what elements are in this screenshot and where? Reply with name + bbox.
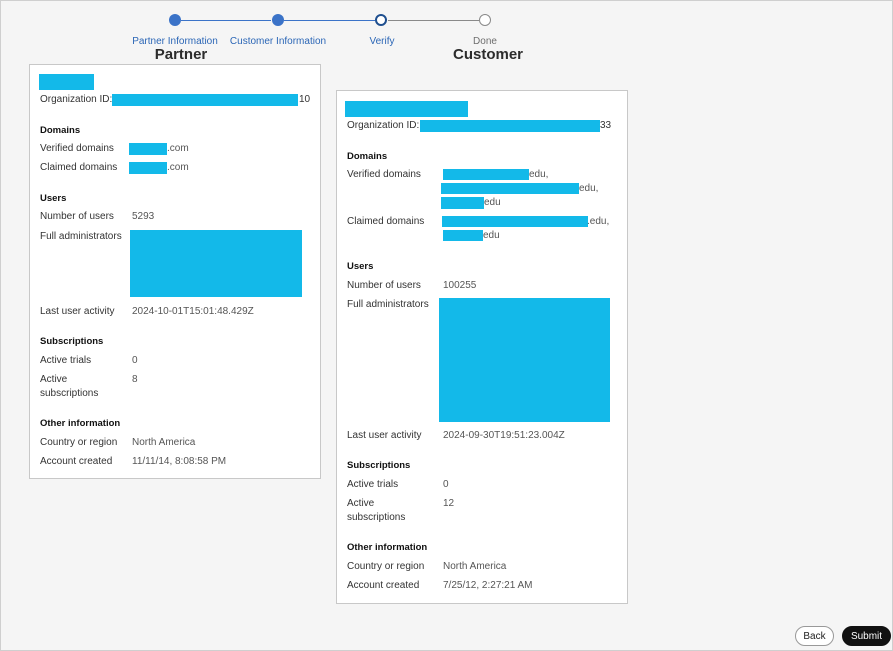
- claimed-domains-label: Claimed domains: [40, 162, 118, 173]
- verified-domain-redacted: [129, 143, 167, 155]
- active-subs-label-2: subscriptions: [347, 512, 406, 523]
- progress-stepper: Partner Information Customer Information…: [1, 1, 893, 61]
- verified-domains-label: Verified domains: [347, 169, 421, 180]
- org-id-label: Organization ID:: [347, 120, 420, 131]
- domains-title: Domains: [347, 151, 388, 162]
- customer-header: Customer: [452, 46, 524, 63]
- customer-card: Organization ID: 33 Domains Verified dom…: [336, 90, 628, 604]
- claimed-domain-redacted: [443, 230, 483, 241]
- subscriptions-title: Subscriptions: [347, 460, 411, 471]
- full-admins-label: Full administrators: [347, 299, 429, 310]
- verified-domains-label: Verified domains: [40, 143, 114, 154]
- last-activity-label: Last user activity: [347, 430, 422, 441]
- back-button[interactable]: Back: [795, 626, 834, 646]
- org-id-label: Organization ID:: [40, 94, 113, 105]
- account-created-label: Account created: [40, 456, 113, 467]
- step-verify-label: Verify: [369, 36, 395, 47]
- partner-header: Partner: [154, 46, 208, 63]
- number-of-users-label: Number of users: [40, 211, 114, 222]
- verified-domain-redacted: [443, 169, 529, 180]
- last-activity-label: Last user activity: [40, 306, 115, 317]
- country-value: North America: [132, 437, 196, 448]
- claimed-domain-redacted: [129, 162, 167, 174]
- stepper-connector: [388, 19, 479, 21]
- country-label: Country or region: [40, 437, 118, 448]
- claimed-domain-suffix: .edu,: [587, 216, 610, 227]
- last-activity-value: 2024-10-01T15:01:48.429Z: [132, 306, 254, 317]
- active-subs-value: 8: [132, 374, 138, 385]
- account-created-value: 7/25/12, 2:27:21 AM: [443, 580, 533, 591]
- step-customer-label[interactable]: Customer Information: [230, 36, 326, 47]
- step-customer-dot: [272, 14, 284, 26]
- claimed-domain-suffix: edu: [483, 230, 500, 241]
- active-trials-label: Active trials: [40, 355, 92, 366]
- users-title: Users: [347, 261, 374, 272]
- users-title: Users: [40, 193, 67, 204]
- country-label: Country or region: [347, 561, 425, 572]
- active-subs-label-2: subscriptions: [40, 388, 99, 399]
- active-trials-value: 0: [443, 479, 449, 490]
- full-admins-redacted: [130, 230, 302, 297]
- other-info-title: Other information: [40, 418, 121, 429]
- last-activity-value: 2024-09-30T19:51:23.004Z: [443, 430, 565, 441]
- step-partner-dot: [169, 14, 181, 26]
- step-verify-dot: [375, 14, 387, 26]
- number-of-users-value: 100255: [443, 280, 477, 291]
- partner-name-redacted: [39, 74, 94, 90]
- account-created-value: 11/11/14, 8:08:58 PM: [132, 456, 227, 467]
- claimed-domain-suffix: .com: [167, 162, 189, 173]
- active-trials-value: 0: [132, 355, 138, 366]
- full-admins-redacted: [439, 298, 610, 422]
- verified-domain-suffix: edu: [484, 197, 501, 208]
- country-value: North America: [443, 561, 507, 572]
- org-id-redacted: [112, 94, 298, 106]
- subscriptions-title: Subscriptions: [40, 336, 104, 347]
- active-subs-value: 12: [443, 498, 455, 509]
- domains-title: Domains: [40, 125, 81, 136]
- verified-domain-suffix: edu,: [579, 183, 599, 194]
- claimed-domain-redacted: [442, 216, 588, 227]
- claimed-domains-label: Claimed domains: [347, 216, 425, 227]
- verified-domain-suffix: edu,: [529, 169, 549, 180]
- account-created-label: Account created: [347, 580, 420, 591]
- verified-domain-redacted: [441, 197, 484, 209]
- org-id-redacted: [420, 120, 600, 132]
- stepper-connector: [181, 19, 271, 21]
- stepper-connector: [284, 19, 375, 21]
- number-of-users-label: Number of users: [347, 280, 421, 291]
- number-of-users-value: 5293: [132, 211, 155, 222]
- customer-name-redacted: [345, 101, 468, 117]
- other-info-title: Other information: [347, 542, 428, 553]
- active-subs-label: Active: [40, 374, 68, 385]
- verified-domain-redacted: [441, 183, 579, 194]
- org-id-suffix: 10: [299, 94, 311, 105]
- org-id-suffix: 33: [600, 120, 612, 131]
- full-admins-label: Full administrators: [40, 231, 122, 242]
- active-trials-label: Active trials: [347, 479, 399, 490]
- active-subs-label: Active: [347, 498, 375, 509]
- submit-button[interactable]: Submit: [842, 626, 891, 646]
- step-done-dot: [479, 14, 491, 26]
- verified-domain-suffix: .com: [167, 143, 189, 154]
- partner-card: Organization ID: 10 Domains Verified dom…: [29, 64, 321, 479]
